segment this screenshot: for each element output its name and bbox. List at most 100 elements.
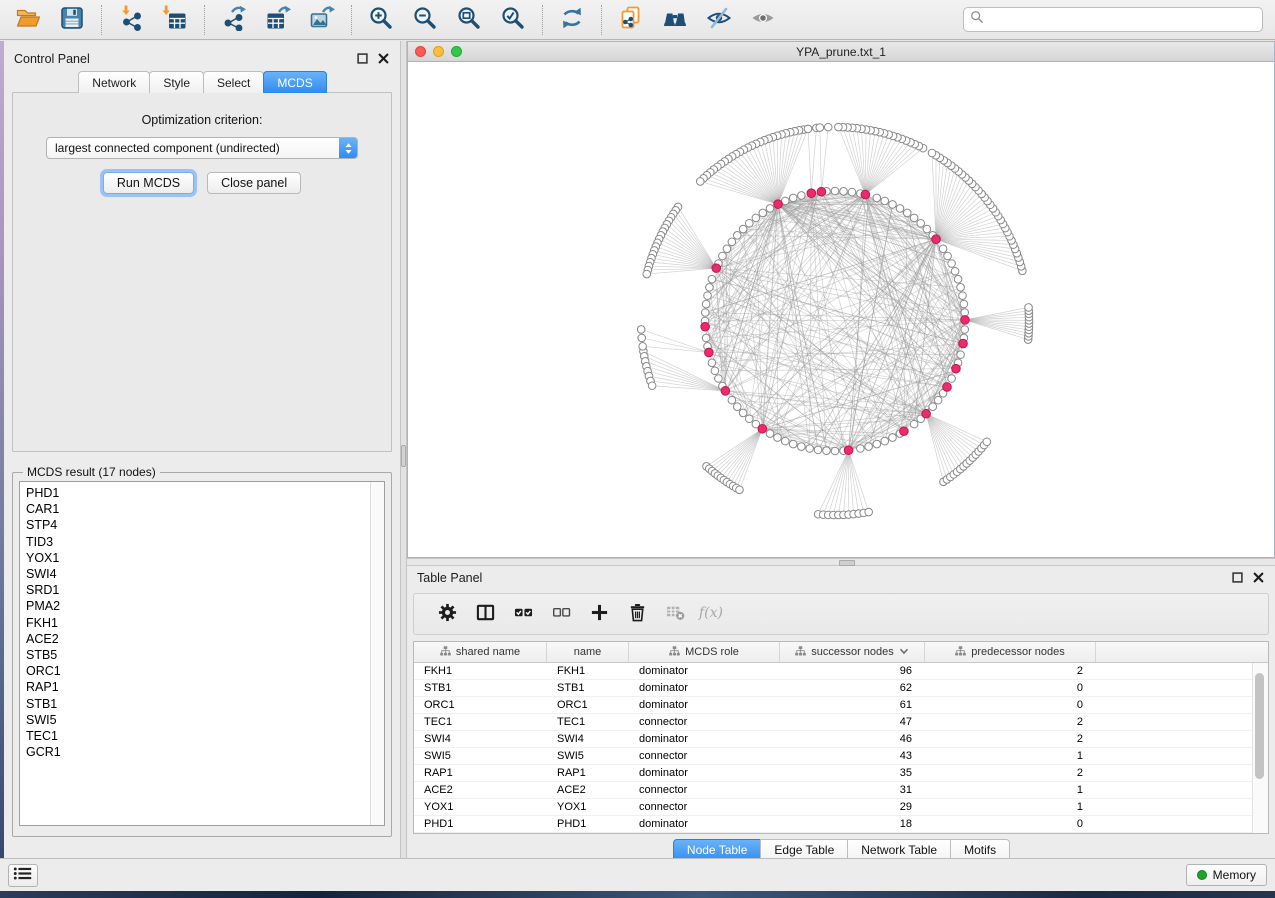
cell-shared-name[interactable]: ACE2: [414, 782, 547, 798]
cell-name[interactable]: SWI5: [547, 748, 629, 764]
mcds-result-item[interactable]: FKH1: [26, 615, 384, 631]
table-row[interactable]: FKH1FKH1dominator962: [414, 663, 1268, 680]
cell-shared-name[interactable]: YOX1: [414, 799, 547, 815]
column-header-name[interactable]: name: [547, 642, 629, 662]
memory-button[interactable]: Memory: [1186, 864, 1267, 886]
open-session-button[interactable]: [6, 3, 50, 37]
cell-mcds-role[interactable]: dominator: [629, 697, 780, 713]
cell-shared-name[interactable]: RAP1: [414, 765, 547, 781]
mcds-result-item[interactable]: YOX1: [26, 550, 384, 566]
vertical-splitter-handle[interactable]: [401, 445, 406, 467]
cell-mcds-role[interactable]: dominator: [629, 816, 780, 832]
table-row[interactable]: PHD1PHD1dominator180: [414, 816, 1268, 833]
close-table-panel-button[interactable]: [1253, 572, 1265, 584]
table-scrollbar[interactable]: [1252, 663, 1268, 833]
export-image-button[interactable]: [300, 3, 344, 37]
select-all-button[interactable]: [504, 596, 542, 632]
delete-column-button[interactable]: [618, 596, 656, 632]
cell-name[interactable]: FKH1: [547, 663, 629, 679]
mcds-result-item[interactable]: SWI5: [26, 712, 384, 728]
list-scrollbar[interactable]: [370, 482, 384, 825]
table-settings-button[interactable]: [428, 596, 466, 632]
cell-predecessor-nodes[interactable]: 0: [925, 697, 1096, 713]
table-row[interactable]: YOX1YOX1connector291: [414, 799, 1268, 816]
cell-predecessor-nodes[interactable]: 2: [925, 663, 1096, 679]
network-overview-button[interactable]: [653, 3, 697, 37]
tab-network[interactable]: Network: [78, 71, 150, 93]
tab-select[interactable]: Select: [203, 71, 264, 93]
cell-name[interactable]: STB1: [547, 680, 629, 696]
cell-name[interactable]: ACE2: [547, 782, 629, 798]
show-columns-button[interactable]: [466, 596, 504, 632]
deselect-all-button[interactable]: [542, 596, 580, 632]
network-window-titlebar[interactable]: YPA_prune.txt_1: [408, 42, 1274, 62]
cell-predecessor-nodes[interactable]: 0: [925, 680, 1096, 696]
cell-shared-name[interactable]: TEC1: [414, 714, 547, 730]
cell-successor-nodes[interactable]: 18: [780, 816, 925, 832]
cell-successor-nodes[interactable]: 31: [780, 782, 925, 798]
cell-successor-nodes[interactable]: 62: [780, 680, 925, 696]
table-row[interactable]: ORC1ORC1dominator610: [414, 697, 1268, 714]
cell-successor-nodes[interactable]: 29: [780, 799, 925, 815]
criterion-select[interactable]: largest connected component (undirected): [46, 137, 358, 159]
mcds-result-item[interactable]: GCR1: [26, 744, 384, 760]
mcds-result-item[interactable]: CAR1: [26, 501, 384, 517]
cell-shared-name[interactable]: ORC1: [414, 697, 547, 713]
hide-panel-button[interactable]: [697, 3, 741, 37]
table-row[interactable]: SWI5SWI5connector431: [414, 748, 1268, 765]
run-mcds-button[interactable]: Run MCDS: [103, 172, 194, 194]
import-table-button[interactable]: [153, 3, 197, 37]
search-input[interactable]: [988, 10, 1262, 30]
table-row[interactable]: RAP1RAP1dominator352: [414, 765, 1268, 782]
cell-mcds-role[interactable]: dominator: [629, 765, 780, 781]
tab-style[interactable]: Style: [149, 71, 204, 93]
cell-mcds-role[interactable]: dominator: [629, 731, 780, 747]
add-column-button[interactable]: [580, 596, 618, 632]
mcds-result-item[interactable]: RAP1: [26, 679, 384, 695]
clone-network-button[interactable]: [609, 3, 653, 37]
cell-name[interactable]: RAP1: [547, 765, 629, 781]
cell-predecessor-nodes[interactable]: 1: [925, 748, 1096, 764]
cell-shared-name[interactable]: SWI5: [414, 748, 547, 764]
cell-name[interactable]: PHD1: [547, 816, 629, 832]
mcds-result-list[interactable]: PHD1CAR1STP4TID3YOX1SWI4SRD1PMA2FKH1ACE2…: [19, 481, 385, 826]
cell-predecessor-nodes[interactable]: 2: [925, 714, 1096, 730]
cell-mcds-role[interactable]: dominator: [629, 680, 780, 696]
search-box[interactable]: [963, 7, 1263, 32]
import-network-button[interactable]: [109, 3, 153, 37]
zoom-selected-button[interactable]: [491, 3, 535, 37]
cell-shared-name[interactable]: SWI4: [414, 731, 547, 747]
cell-successor-nodes[interactable]: 96: [780, 663, 925, 679]
export-table-button[interactable]: [256, 3, 300, 37]
vertical-splitter[interactable]: [400, 41, 407, 858]
cell-mcds-role[interactable]: dominator: [629, 663, 780, 679]
save-session-button[interactable]: [50, 3, 94, 37]
mcds-result-item[interactable]: STB1: [26, 696, 384, 712]
column-header-successor-nodes[interactable]: successor nodes: [780, 642, 925, 662]
mcds-result-item[interactable]: TEC1: [26, 728, 384, 744]
mcds-result-item[interactable]: SRD1: [26, 582, 384, 598]
table-row[interactable]: STB1STB1dominator620: [414, 680, 1268, 697]
float-table-panel-button[interactable]: [1232, 572, 1244, 584]
cell-predecessor-nodes[interactable]: 1: [925, 782, 1096, 798]
mcds-result-item[interactable]: STP4: [26, 517, 384, 533]
table-scrollbar-thumb[interactable]: [1255, 673, 1264, 779]
close-mcds-panel-button[interactable]: Close panel: [207, 172, 301, 194]
cell-predecessor-nodes[interactable]: 0: [925, 816, 1096, 832]
cell-shared-name[interactable]: FKH1: [414, 663, 547, 679]
zoom-fit-button[interactable]: [447, 3, 491, 37]
mcds-result-item[interactable]: PMA2: [26, 598, 384, 614]
mcds-result-item[interactable]: ORC1: [26, 663, 384, 679]
cell-mcds-role[interactable]: connector: [629, 748, 780, 764]
cell-name[interactable]: YOX1: [547, 799, 629, 815]
task-history-button[interactable]: [8, 864, 38, 887]
float-control-panel-button[interactable]: [357, 53, 369, 65]
refresh-layout-button[interactable]: [550, 3, 594, 37]
mcds-result-item[interactable]: PHD1: [26, 485, 384, 501]
cell-mcds-role[interactable]: connector: [629, 799, 780, 815]
cell-mcds-role[interactable]: connector: [629, 714, 780, 730]
table-row[interactable]: ACE2ACE2connector311: [414, 782, 1268, 799]
cell-successor-nodes[interactable]: 43: [780, 748, 925, 764]
table-row[interactable]: SWI4SWI4dominator462: [414, 731, 1268, 748]
horizontal-splitter[interactable]: [407, 558, 1275, 566]
